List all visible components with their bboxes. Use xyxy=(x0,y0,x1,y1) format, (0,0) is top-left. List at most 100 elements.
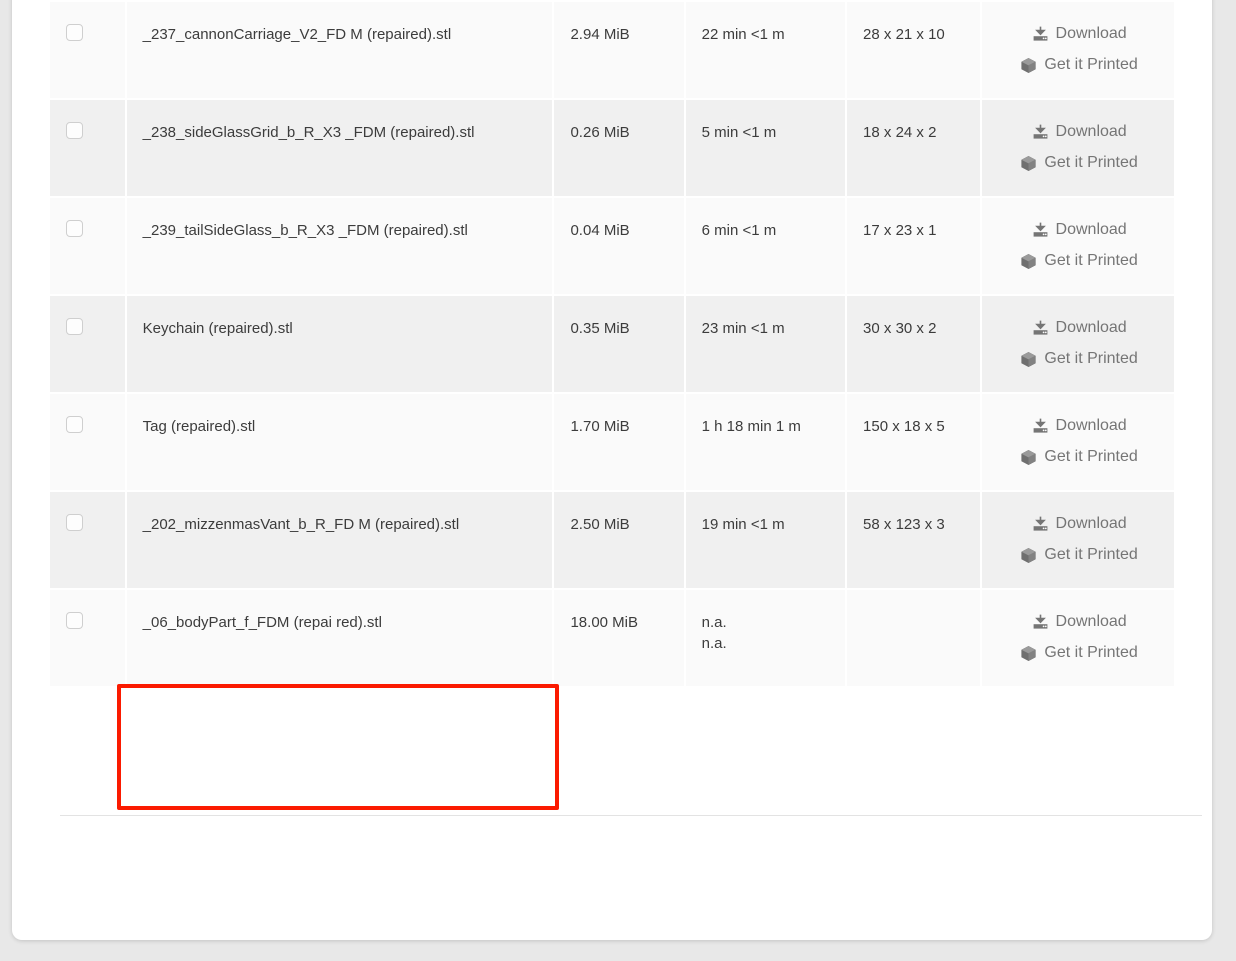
file-name-cell: Tag (repaired).stl xyxy=(126,393,553,490)
file-size-cell: 0.35 MiB xyxy=(554,295,684,392)
dimensions-cell: 58 x 123 x 3 xyxy=(847,491,981,588)
file-name-cell: Keychain (repaired).stl xyxy=(126,295,553,392)
get-it-printed-button-label: Get it Printed xyxy=(1044,644,1138,662)
cube-icon xyxy=(1020,351,1037,368)
row-select-cell xyxy=(50,491,125,588)
file-list-card: _237_cannonCarriage_V2_FD M (repaired).s… xyxy=(12,0,1212,940)
row-select-checkbox[interactable] xyxy=(66,611,83,629)
download-button[interactable]: Download xyxy=(998,416,1160,436)
download-button[interactable]: Download xyxy=(998,220,1160,240)
get-it-printed-button-label: Get it Printed xyxy=(1044,154,1138,172)
file-size-cell: 2.94 MiB xyxy=(554,2,684,98)
actions-cell: Download Get it Printed xyxy=(982,2,1174,98)
table-row: _238_sideGlassGrid_b_R_X3 _FDM (repaired… xyxy=(50,99,1174,196)
cube-icon xyxy=(1020,449,1037,466)
footer-divider xyxy=(60,815,1202,816)
download-icon xyxy=(1032,320,1049,337)
actions-cell: Download Get it Printed xyxy=(982,197,1174,294)
table-row: Tag (repaired).stl 1.70 MiB 1 h 18 min 1 m… xyxy=(50,393,1174,490)
dimensions-cell: 150 x 18 x 5 xyxy=(847,393,981,490)
cube-icon xyxy=(1020,645,1037,662)
table-row: _202_mizzenmasVant_b_R_FD M (repaired).s… xyxy=(50,491,1174,588)
row-select-cell xyxy=(50,2,125,98)
actions-cell: Download Get it Printed xyxy=(982,589,1174,686)
download-icon xyxy=(1032,124,1049,141)
dimensions-cell: 18 x 24 x 2 xyxy=(847,99,981,196)
download-button-label: Download xyxy=(1055,220,1127,238)
print-time-cell: n.a. n.a. xyxy=(685,589,846,686)
print-time-cell: 6 min <1 m xyxy=(685,197,846,294)
get-it-printed-button-label: Get it Printed xyxy=(1044,546,1138,564)
row-select-cell xyxy=(50,99,125,196)
print-time-cell: 5 min <1 m xyxy=(685,99,846,196)
print-time-cell: 1 h 18 min 1 m xyxy=(685,393,846,490)
row-select-checkbox[interactable] xyxy=(66,317,83,335)
file-size-cell: 18.00 MiB xyxy=(554,589,684,686)
row-select-checkbox[interactable] xyxy=(66,513,83,531)
get-it-printed-button[interactable]: Get it Printed xyxy=(998,447,1160,467)
get-it-printed-button-label: Get it Printed xyxy=(1044,350,1138,368)
table-row: Keychain (repaired).stl 0.35 MiB 23 min <1… xyxy=(50,295,1174,392)
download-button-label: Download xyxy=(1055,122,1127,140)
get-it-printed-button[interactable]: Get it Printed xyxy=(998,55,1160,75)
download-button[interactable]: Download xyxy=(998,514,1160,534)
download-icon xyxy=(1032,516,1049,533)
cube-icon xyxy=(1020,155,1037,172)
cube-icon xyxy=(1020,57,1037,74)
actions-cell: Download Get it Printed xyxy=(982,491,1174,588)
file-table: _237_cannonCarriage_V2_FD M (repaired).s… xyxy=(48,0,1176,688)
file-table-body: _237_cannonCarriage_V2_FD M (repaired).s… xyxy=(50,2,1174,686)
file-size-cell: 1.70 MiB xyxy=(554,393,684,490)
file-size-cell: 0.26 MiB xyxy=(554,99,684,196)
table-row: _237_cannonCarriage_V2_FD M (repaired).s… xyxy=(50,2,1174,98)
print-time-cell: 19 min <1 m xyxy=(685,491,846,588)
get-it-printed-button-label: Get it Printed xyxy=(1044,252,1138,270)
dimensions-cell: 30 x 30 x 2 xyxy=(847,295,981,392)
row-select-checkbox[interactable] xyxy=(66,219,83,237)
file-name-cell: _237_cannonCarriage_V2_FD M (repaired).s… xyxy=(126,2,553,98)
file-name-cell: _06_bodyPart_f_FDM (repai red).stl xyxy=(126,589,553,686)
download-icon xyxy=(1032,418,1049,435)
dimensions-cell: 17 x 23 x 1 xyxy=(847,197,981,294)
download-button[interactable]: Download xyxy=(998,318,1160,338)
print-time-cell: 22 min <1 m xyxy=(685,2,846,98)
download-button[interactable]: Download xyxy=(998,612,1160,632)
row-select-cell xyxy=(50,197,125,294)
row-select-checkbox[interactable] xyxy=(66,24,83,41)
download-button-label: Download xyxy=(1055,416,1127,434)
download-icon xyxy=(1032,222,1049,239)
get-it-printed-button-label: Get it Printed xyxy=(1044,448,1138,466)
cube-icon xyxy=(1020,253,1037,270)
print-time-cell: 23 min <1 m xyxy=(685,295,846,392)
get-it-printed-button[interactable]: Get it Printed xyxy=(998,545,1160,565)
actions-cell: Download Get it Printed xyxy=(982,99,1174,196)
file-name-cell: _238_sideGlassGrid_b_R_X3 _FDM (repaired… xyxy=(126,99,553,196)
row-select-cell xyxy=(50,589,125,686)
download-icon xyxy=(1032,26,1049,43)
actions-cell: Download Get it Printed xyxy=(982,295,1174,392)
download-icon xyxy=(1032,614,1049,631)
download-button[interactable]: Download xyxy=(998,122,1160,142)
table-row: _239_tailSideGlass_b_R_X3 _FDM (repaired… xyxy=(50,197,1174,294)
table-row: _06_bodyPart_f_FDM (repai red).stl 18.00 … xyxy=(50,589,1174,686)
get-it-printed-button[interactable]: Get it Printed xyxy=(998,153,1160,173)
file-name-cell: _202_mizzenmasVant_b_R_FD M (repaired).s… xyxy=(126,491,553,588)
download-button-label: Download xyxy=(1055,612,1127,630)
get-it-printed-button-label: Get it Printed xyxy=(1044,56,1138,74)
file-table-container: _237_cannonCarriage_V2_FD M (repaired).s… xyxy=(48,0,1176,688)
download-button-label: Download xyxy=(1055,514,1127,532)
cube-icon xyxy=(1020,547,1037,564)
get-it-printed-button[interactable]: Get it Printed xyxy=(998,643,1160,663)
file-size-cell: 0.04 MiB xyxy=(554,197,684,294)
row-select-cell xyxy=(50,393,125,490)
download-button-label: Download xyxy=(1055,25,1127,42)
download-button-label: Download xyxy=(1055,318,1127,336)
file-name-cell: _239_tailSideGlass_b_R_X3 _FDM (repaired… xyxy=(126,197,553,294)
download-button[interactable]: Download xyxy=(998,24,1160,44)
row-select-cell xyxy=(50,295,125,392)
row-select-checkbox[interactable] xyxy=(66,121,83,139)
get-it-printed-button[interactable]: Get it Printed xyxy=(998,251,1160,271)
row-select-checkbox[interactable] xyxy=(66,415,83,433)
get-it-printed-button[interactable]: Get it Printed xyxy=(998,349,1160,369)
dimensions-cell xyxy=(847,589,981,686)
